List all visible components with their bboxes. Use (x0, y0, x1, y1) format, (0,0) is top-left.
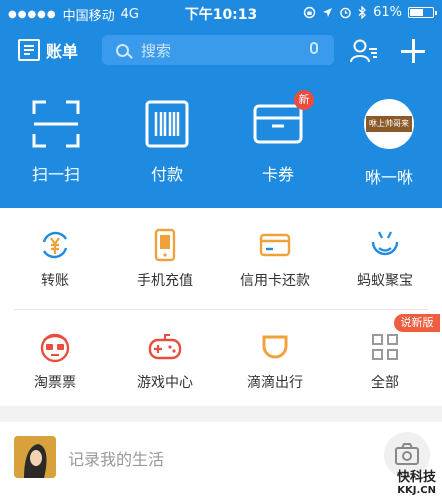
new-badge: 新 (294, 90, 314, 110)
service-label: 蚂蚁聚宝 (357, 273, 413, 289)
rotation-lock-icon (303, 6, 316, 19)
didi-icon (262, 335, 288, 359)
grid-icon (372, 334, 398, 360)
yen-transfer-icon (42, 231, 68, 259)
quick-action-scan[interactable]: 扫一扫 (6, 96, 106, 185)
quick-action-pay[interactable]: 付款 (117, 96, 217, 185)
user-avatar-image (14, 436, 56, 478)
life-feed-bar[interactable]: 记录我的生活 快科技 KKJ.CN (0, 422, 442, 500)
xiu-avatar-text: 咻上帅哥来 (366, 116, 412, 132)
service-label: 全部 (371, 375, 399, 391)
bluetooth-icon (358, 6, 367, 19)
service-transfer[interactable]: 转账 (0, 228, 110, 290)
service-label: 滴滴出行 (247, 375, 303, 391)
search-placeholder: 搜索 (141, 41, 172, 60)
quick-action-label: 咻一咻 (364, 168, 413, 187)
quick-action-label: 扫一扫 (31, 165, 80, 184)
quick-action-coupons[interactable]: 新 卡券 (228, 90, 328, 185)
service-phone-topup[interactable]: 手机充值 (110, 228, 220, 290)
watermark-line1: 快科技 (396, 470, 436, 485)
top-bar: 账单 搜索 (0, 32, 442, 72)
ant-face-icon (371, 231, 399, 256)
battery-icon (408, 7, 437, 18)
watermark-line2: KKJ.CN (397, 485, 436, 496)
gamepad-icon (148, 334, 182, 360)
service-ant-fortune[interactable]: 蚂蚁聚宝 (330, 228, 440, 290)
scan-icon (32, 100, 80, 148)
search-icon (116, 43, 129, 57)
service-credit-card[interactable]: 信用卡还款 (220, 228, 330, 290)
status-bar: ●●●●● 中国移动 4G 下午10:13 61% (0, 0, 442, 26)
barcode-icon (145, 100, 189, 148)
search-bar[interactable]: 搜索 (102, 35, 334, 65)
life-prompt: 记录我的生活 (68, 450, 165, 469)
glasses-face-icon (40, 333, 70, 363)
credit-card-icon (259, 233, 291, 257)
divider (14, 309, 428, 310)
bill-button[interactable]: 账单 (18, 38, 78, 62)
service-taopiaopiao[interactable]: 淘票票 (0, 330, 110, 392)
header-panel: ●●●●● 中国移动 4G 下午10:13 61% 账单 搜索 扫一扫 付款 新… (0, 0, 442, 208)
microphone-icon[interactable] (310, 42, 318, 54)
avatar[interactable] (14, 436, 56, 478)
quick-action-xiu[interactable]: 咻上帅哥来 咻一咻 (339, 96, 439, 188)
quick-action-label: 付款 (150, 165, 183, 184)
contacts-icon[interactable] (350, 38, 378, 64)
alarm-icon (340, 7, 351, 19)
battery-percent: 61% (373, 5, 402, 20)
service-game-center[interactable]: 游戏中心 (110, 330, 220, 392)
service-all[interactable]: 全部 (330, 330, 440, 392)
location-icon (323, 8, 333, 17)
service-label: 手机充值 (137, 273, 193, 289)
quick-action-label: 卡券 (261, 165, 294, 184)
bill-label: 账单 (46, 42, 79, 61)
service-didi[interactable]: 滴滴出行 (220, 330, 330, 392)
service-label: 信用卡还款 (240, 273, 310, 289)
watermark: 快科技 KKJ.CN (397, 466, 436, 496)
service-label: 淘票票 (34, 375, 76, 391)
phone-icon (154, 228, 176, 262)
service-label: 转账 (41, 273, 69, 289)
add-icon[interactable] (400, 38, 426, 64)
xiu-avatar-icon: 咻上帅哥来 (364, 99, 414, 149)
service-label: 游戏中心 (137, 375, 193, 391)
new-version-badge: 说新版 (394, 314, 440, 332)
bill-icon (18, 39, 40, 61)
